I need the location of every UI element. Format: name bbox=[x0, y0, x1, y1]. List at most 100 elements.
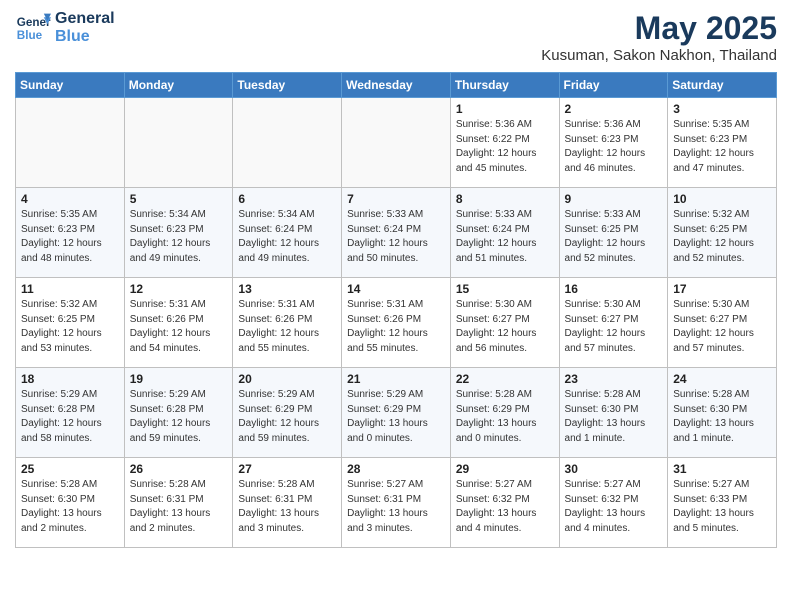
month-title: May 2025 bbox=[541, 10, 777, 47]
calendar-cell: 21 Sunrise: 5:29 AM Sunset: 6:29 PM Dayli… bbox=[342, 368, 451, 458]
calendar-header: SundayMondayTuesdayWednesdayThursdayFrid… bbox=[16, 73, 777, 98]
calendar-cell: 13Sunrise: 5:31 AM Sunset: 6:26 PM Dayli… bbox=[233, 278, 342, 368]
calendar-cell: 10 Sunrise: 5:32 AM Sunset: 6:25 PM Dayli… bbox=[668, 188, 777, 278]
calendar-cell: 24 Sunrise: 5:28 AM Sunset: 6:30 PM Dayli… bbox=[668, 368, 777, 458]
calendar-cell: 9 Sunrise: 5:33 AM Sunset: 6:25 PM Daylig… bbox=[559, 188, 668, 278]
day-number: 21 bbox=[347, 372, 445, 386]
weekday-row: SundayMondayTuesdayWednesdayThursdayFrid… bbox=[16, 73, 777, 98]
page-header: General Blue General Blue May 2025 Kusum… bbox=[15, 10, 777, 64]
day-number: 18 bbox=[21, 372, 119, 386]
calendar-cell: 30 Sunrise: 5:27 AM Sunset: 6:32 PM Dayli… bbox=[559, 458, 668, 548]
day-info: Sunrise: 5:30 AM Sunset: 6:27 PM Dayligh… bbox=[456, 298, 554, 356]
day-info: Sunrise: 5:27 AM Sunset: 6:32 PM Dayligh… bbox=[565, 478, 663, 536]
day-info: Sunrise: 5:36 AM Sunset: 6:22 PM Dayligh… bbox=[456, 118, 554, 176]
day-number: 27 bbox=[238, 462, 336, 476]
day-info: Sunrise: 5:30 AM Sunset: 6:27 PM Dayligh… bbox=[673, 298, 771, 356]
day-number: 14 bbox=[347, 282, 445, 296]
calendar-cell: 16Sunrise: 5:30 AM Sunset: 6:27 PM Dayli… bbox=[559, 278, 668, 368]
day-info: Sunrise: 5:36 AM Sunset: 6:23 PM Dayligh… bbox=[565, 118, 663, 176]
calendar-cell: 20Sunrise: 5:29 AM Sunset: 6:29 PM Dayli… bbox=[233, 368, 342, 458]
calendar-cell: 26Sunrise: 5:28 AM Sunset: 6:31 PM Dayli… bbox=[124, 458, 233, 548]
calendar-cell: 12 Sunrise: 5:31 AM Sunset: 6:26 PM Dayli… bbox=[124, 278, 233, 368]
calendar-cell: 7Sunrise: 5:33 AM Sunset: 6:24 PM Daylig… bbox=[342, 188, 451, 278]
calendar-cell: 27Sunrise: 5:28 AM Sunset: 6:31 PM Dayli… bbox=[233, 458, 342, 548]
calendar-cell: 11 Sunrise: 5:32 AM Sunset: 6:25 PM Dayli… bbox=[16, 278, 125, 368]
day-info: Sunrise: 5:28 AM Sunset: 6:30 PM Dayligh… bbox=[565, 388, 663, 446]
calendar-cell bbox=[16, 98, 125, 188]
day-info: Sunrise: 5:29 AM Sunset: 6:29 PM Dayligh… bbox=[347, 388, 445, 446]
day-number: 10 bbox=[673, 192, 771, 206]
day-number: 16 bbox=[565, 282, 663, 296]
weekday-header-saturday: Saturday bbox=[668, 73, 777, 98]
calendar-cell: 8Sunrise: 5:33 AM Sunset: 6:24 PM Daylig… bbox=[450, 188, 559, 278]
day-number: 24 bbox=[673, 372, 771, 386]
day-info: Sunrise: 5:34 AM Sunset: 6:23 PM Dayligh… bbox=[130, 208, 228, 266]
day-number: 28 bbox=[347, 462, 445, 476]
calendar-body: 1 Sunrise: 5:36 AM Sunset: 6:22 PM Daylig… bbox=[16, 98, 777, 548]
calendar-cell: 14 Sunrise: 5:31 AM Sunset: 6:26 PM Dayli… bbox=[342, 278, 451, 368]
day-info: Sunrise: 5:28 AM Sunset: 6:30 PM Dayligh… bbox=[673, 388, 771, 446]
calendar-cell: 15Sunrise: 5:30 AM Sunset: 6:27 PM Dayli… bbox=[450, 278, 559, 368]
week-row-5: 25 Sunrise: 5:28 AM Sunset: 6:30 PM Dayli… bbox=[16, 458, 777, 548]
calendar-cell: 31 Sunrise: 5:27 AM Sunset: 6:33 PM Dayli… bbox=[668, 458, 777, 548]
day-number: 2 bbox=[565, 102, 663, 116]
day-info: Sunrise: 5:33 AM Sunset: 6:25 PM Dayligh… bbox=[565, 208, 663, 266]
week-row-4: 18 Sunrise: 5:29 AM Sunset: 6:28 PM Dayli… bbox=[16, 368, 777, 458]
day-info: Sunrise: 5:32 AM Sunset: 6:25 PM Dayligh… bbox=[673, 208, 771, 266]
weekday-header-friday: Friday bbox=[559, 73, 668, 98]
day-number: 9 bbox=[565, 192, 663, 206]
calendar-cell: 1 Sunrise: 5:36 AM Sunset: 6:22 PM Daylig… bbox=[450, 98, 559, 188]
day-number: 30 bbox=[565, 462, 663, 476]
day-info: Sunrise: 5:35 AM Sunset: 6:23 PM Dayligh… bbox=[673, 118, 771, 176]
weekday-header-monday: Monday bbox=[124, 73, 233, 98]
day-info: Sunrise: 5:33 AM Sunset: 6:24 PM Dayligh… bbox=[347, 208, 445, 266]
day-info: Sunrise: 5:28 AM Sunset: 6:29 PM Dayligh… bbox=[456, 388, 554, 446]
day-number: 5 bbox=[130, 192, 228, 206]
logo: General Blue General Blue bbox=[15, 10, 115, 46]
calendar-cell: 29 Sunrise: 5:27 AM Sunset: 6:32 PM Dayli… bbox=[450, 458, 559, 548]
day-number: 31 bbox=[673, 462, 771, 476]
calendar-cell: 3 Sunrise: 5:35 AM Sunset: 6:23 PM Daylig… bbox=[668, 98, 777, 188]
weekday-header-wednesday: Wednesday bbox=[342, 73, 451, 98]
day-info: Sunrise: 5:28 AM Sunset: 6:30 PM Dayligh… bbox=[21, 478, 119, 536]
day-number: 22 bbox=[456, 372, 554, 386]
calendar-cell: 28Sunrise: 5:27 AM Sunset: 6:31 PM Dayli… bbox=[342, 458, 451, 548]
week-row-3: 11 Sunrise: 5:32 AM Sunset: 6:25 PM Dayli… bbox=[16, 278, 777, 368]
calendar-cell: 5 Sunrise: 5:34 AM Sunset: 6:23 PM Daylig… bbox=[124, 188, 233, 278]
weekday-header-thursday: Thursday bbox=[450, 73, 559, 98]
calendar-cell: 4 Sunrise: 5:35 AM Sunset: 6:23 PM Daylig… bbox=[16, 188, 125, 278]
weekday-header-sunday: Sunday bbox=[16, 73, 125, 98]
calendar-cell bbox=[124, 98, 233, 188]
day-number: 11 bbox=[21, 282, 119, 296]
day-info: Sunrise: 5:31 AM Sunset: 6:26 PM Dayligh… bbox=[130, 298, 228, 356]
day-number: 8 bbox=[456, 192, 554, 206]
day-number: 25 bbox=[21, 462, 119, 476]
day-number: 29 bbox=[456, 462, 554, 476]
day-number: 17 bbox=[673, 282, 771, 296]
day-info: Sunrise: 5:29 AM Sunset: 6:28 PM Dayligh… bbox=[21, 388, 119, 446]
day-number: 3 bbox=[673, 102, 771, 116]
calendar-cell bbox=[342, 98, 451, 188]
day-number: 6 bbox=[238, 192, 336, 206]
day-info: Sunrise: 5:31 AM Sunset: 6:26 PM Dayligh… bbox=[238, 298, 336, 356]
day-info: Sunrise: 5:27 AM Sunset: 6:32 PM Dayligh… bbox=[456, 478, 554, 536]
weekday-header-tuesday: Tuesday bbox=[233, 73, 342, 98]
day-info: Sunrise: 5:27 AM Sunset: 6:33 PM Dayligh… bbox=[673, 478, 771, 536]
calendar-cell: 19 Sunrise: 5:29 AM Sunset: 6:28 PM Dayli… bbox=[124, 368, 233, 458]
calendar-cell: 6 Sunrise: 5:34 AM Sunset: 6:24 PM Daylig… bbox=[233, 188, 342, 278]
day-info: Sunrise: 5:35 AM Sunset: 6:23 PM Dayligh… bbox=[21, 208, 119, 266]
day-info: Sunrise: 5:28 AM Sunset: 6:31 PM Dayligh… bbox=[130, 478, 228, 536]
day-number: 4 bbox=[21, 192, 119, 206]
day-number: 12 bbox=[130, 282, 228, 296]
week-row-1: 1 Sunrise: 5:36 AM Sunset: 6:22 PM Daylig… bbox=[16, 98, 777, 188]
logo-general: General bbox=[55, 10, 115, 28]
day-number: 19 bbox=[130, 372, 228, 386]
day-info: Sunrise: 5:32 AM Sunset: 6:25 PM Dayligh… bbox=[21, 298, 119, 356]
day-number: 1 bbox=[456, 102, 554, 116]
day-info: Sunrise: 5:34 AM Sunset: 6:24 PM Dayligh… bbox=[238, 208, 336, 266]
calendar-cell: 17 Sunrise: 5:30 AM Sunset: 6:27 PM Dayli… bbox=[668, 278, 777, 368]
day-info: Sunrise: 5:31 AM Sunset: 6:26 PM Dayligh… bbox=[347, 298, 445, 356]
day-info: Sunrise: 5:29 AM Sunset: 6:28 PM Dayligh… bbox=[130, 388, 228, 446]
week-row-2: 4 Sunrise: 5:35 AM Sunset: 6:23 PM Daylig… bbox=[16, 188, 777, 278]
day-info: Sunrise: 5:29 AM Sunset: 6:29 PM Dayligh… bbox=[238, 388, 336, 446]
